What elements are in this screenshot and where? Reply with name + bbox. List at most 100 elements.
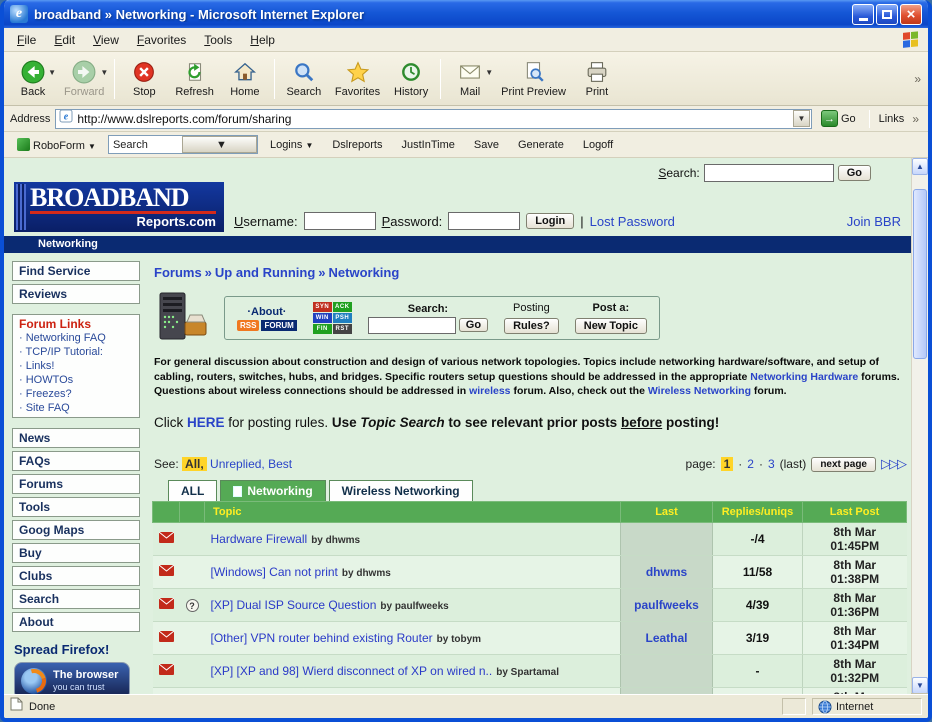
forward-dropdown-icon[interactable]: ▼: [100, 68, 108, 77]
menu-edit[interactable]: Edit: [45, 30, 84, 50]
breadcrumb-networking[interactable]: Networking: [329, 265, 400, 280]
site-search-input[interactable]: [704, 164, 834, 182]
back-button[interactable]: ▼ Back: [8, 57, 58, 101]
wireless-link[interactable]: wireless: [469, 385, 510, 397]
filter-unreplied-best[interactable]: Unreplied, Best: [210, 457, 292, 471]
menu-favorites[interactable]: Favorites: [128, 30, 195, 50]
roboform-search-combo[interactable]: Search ▼: [108, 135, 258, 154]
minimize-button[interactable]: [852, 4, 874, 25]
menu-view[interactable]: View: [84, 30, 128, 50]
roboform-logins-button[interactable]: Logins ▼: [263, 136, 320, 154]
roboform-logoff-button[interactable]: Logoff: [576, 136, 620, 154]
sidebar-link-tcpip-tutorial[interactable]: · TCP/IP Tutorial:: [19, 345, 133, 359]
roboform-menu-button[interactable]: RoboForm ▼: [10, 135, 103, 155]
sidebar-item-forums[interactable]: Forums: [12, 474, 140, 494]
tab-wireless-networking[interactable]: Wireless Networking: [329, 480, 473, 501]
vertical-scrollbar[interactable]: ▲ ▼: [911, 158, 928, 694]
last-poster[interactable]: dhwms: [621, 556, 713, 589]
fast-forward-arrows-icon[interactable]: ▷▷▷: [881, 456, 905, 472]
login-button[interactable]: Login: [526, 213, 574, 229]
roboform-generate-button[interactable]: Generate: [511, 136, 571, 154]
breadcrumb-up-and-running[interactable]: Up and Running: [215, 265, 315, 280]
roboform-passcard-button[interactable]: Dslreports: [325, 136, 389, 154]
page-2-link[interactable]: 2: [747, 457, 754, 471]
links-label[interactable]: Links: [879, 113, 905, 125]
username-input[interactable]: [304, 212, 376, 230]
firefox-badge[interactable]: The browser you can trust: [14, 662, 130, 694]
scrollbar-down-button[interactable]: ▼: [912, 677, 928, 694]
about-link[interactable]: ·About·: [237, 306, 297, 318]
last-poster[interactable]: [621, 523, 713, 556]
networking-hardware-link[interactable]: Networking Hardware: [750, 371, 858, 383]
rss-badge[interactable]: RSS: [237, 320, 259, 331]
new-topic-button[interactable]: New Topic: [575, 318, 647, 334]
topic-link[interactable]: [Other] VPN router behind existing Route…: [211, 631, 433, 645]
close-button[interactable]: ×: [900, 4, 922, 25]
last-poster[interactable]: DaSneaky1D: [621, 688, 713, 694]
sidebar-item-buy[interactable]: Buy: [12, 543, 140, 563]
sidebar-item-clubs[interactable]: Clubs: [12, 566, 140, 586]
tab-all[interactable]: ALL: [168, 480, 217, 501]
sidebar-link-howtos[interactable]: · HOWTOs: [19, 373, 133, 387]
maximize-button[interactable]: [876, 4, 898, 25]
sidebar-item-tools[interactable]: Tools: [12, 497, 140, 517]
toolbar-overflow-chevron[interactable]: »: [911, 72, 924, 86]
sidebar-link-site-faq[interactable]: · Site FAQ: [19, 401, 133, 415]
sidebar-item-faqs[interactable]: FAQs: [12, 451, 140, 471]
roboform-search-dropdown[interactable]: ▼: [182, 136, 257, 153]
topic-link[interactable]: [Windows] Can not print: [211, 565, 338, 579]
links-chevron[interactable]: »: [909, 112, 922, 126]
roboform-save-button[interactable]: Save: [467, 136, 506, 154]
sidebar-item-find-service[interactable]: Find Service: [12, 261, 140, 281]
last-poster[interactable]: Leathal: [621, 622, 713, 655]
back-dropdown-icon[interactable]: ▼: [48, 68, 56, 77]
scrollbar-up-button[interactable]: ▲: [912, 158, 928, 175]
history-button[interactable]: History: [386, 57, 436, 101]
sidebar-item-about[interactable]: About: [12, 612, 140, 632]
broadband-reports-logo[interactable]: BROADBAND Reports.com: [14, 182, 224, 232]
forum-search-go-button[interactable]: Go: [459, 318, 488, 332]
rules-button[interactable]: Rules?: [504, 318, 559, 334]
sidebar-link-freezes[interactable]: · Freezes?: [19, 387, 133, 401]
forward-button[interactable]: ▼ Forward: [58, 57, 110, 101]
here-link[interactable]: HERE: [187, 415, 225, 430]
header-replies[interactable]: Replies/uniqs: [713, 502, 803, 523]
sidebar-link-networking-faq[interactable]: · Networking FAQ: [19, 331, 133, 345]
menu-file[interactable]: File: [8, 30, 45, 50]
scrollbar-track[interactable]: [912, 175, 928, 677]
lost-password-link[interactable]: Lost Password: [590, 214, 675, 229]
print-preview-button[interactable]: Print Preview: [495, 57, 572, 101]
menu-help[interactable]: Help: [241, 30, 284, 50]
sidebar-item-news[interactable]: News: [12, 428, 140, 448]
print-button[interactable]: Print: [572, 57, 622, 101]
sidebar-link-links[interactable]: · Links!: [19, 359, 133, 373]
page-3-link[interactable]: 3: [768, 457, 775, 471]
tab-networking[interactable]: Networking: [220, 480, 325, 501]
forum-search-input[interactable]: [368, 317, 456, 334]
title-bar[interactable]: e broadband » Networking - Microsoft Int…: [4, 0, 928, 28]
favorites-button[interactable]: Favorites: [329, 57, 386, 101]
go-button[interactable]: → Go: [817, 109, 860, 128]
address-url[interactable]: http://www.dslreports.com/forum/sharing: [77, 112, 789, 126]
password-input[interactable]: [448, 212, 520, 230]
last-poster[interactable]: paulfweeks: [621, 589, 713, 622]
mail-button[interactable]: ▼ Mail: [445, 57, 495, 101]
address-dropdown-button[interactable]: ▼: [793, 110, 810, 127]
refresh-button[interactable]: Refresh: [169, 57, 220, 101]
scrollbar-thumb[interactable]: [913, 189, 927, 359]
sidebar-item-reviews[interactable]: Reviews: [12, 284, 140, 304]
menu-tools[interactable]: Tools: [195, 30, 241, 50]
topic-link[interactable]: Hardware Firewall: [211, 532, 308, 546]
header-topic[interactable]: Topic: [205, 502, 621, 523]
sidebar-item-goog-maps[interactable]: Goog Maps: [12, 520, 140, 540]
site-search-go-button[interactable]: Go: [838, 165, 871, 181]
sidebar-item-search[interactable]: Search: [12, 589, 140, 609]
topic-link[interactable]: [XP] Dual ISP Source Question: [211, 598, 377, 612]
breadcrumb-forums[interactable]: Forums: [154, 265, 202, 280]
stop-button[interactable]: Stop: [119, 57, 169, 101]
header-last-post[interactable]: Last Post: [803, 502, 907, 523]
home-button[interactable]: Home: [220, 57, 270, 101]
next-page-button[interactable]: next page: [811, 457, 876, 472]
header-last[interactable]: Last: [621, 502, 713, 523]
wireless-networking-link[interactable]: Wireless Networking: [648, 385, 751, 397]
